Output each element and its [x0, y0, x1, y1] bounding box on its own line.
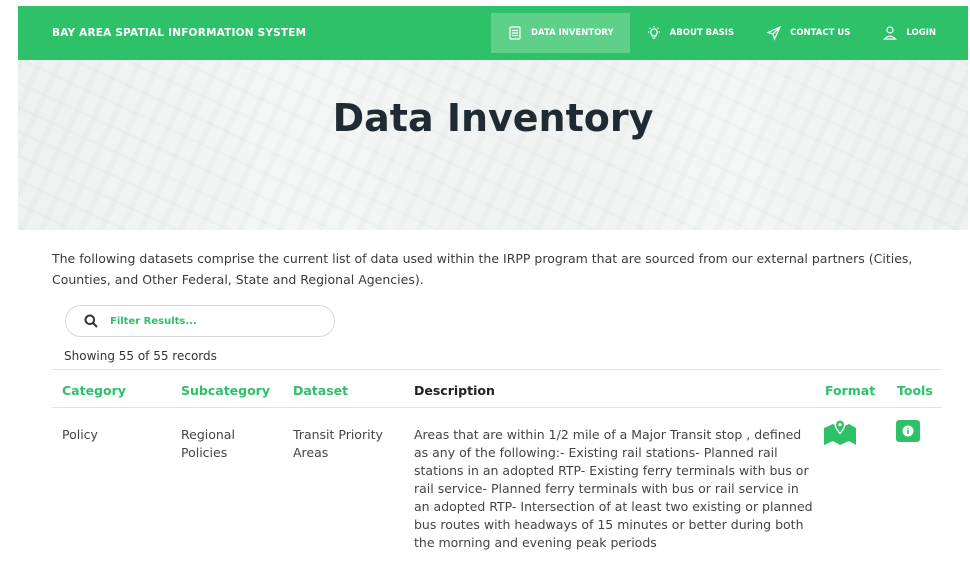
nav-login-label: LOGIN	[906, 28, 936, 38]
column-header-format[interactable]: Format	[825, 383, 875, 398]
table-top-divider	[52, 369, 942, 370]
table-header-divider	[52, 407, 942, 408]
nav-contact-us-label: CONTACT US	[790, 28, 851, 38]
column-header-subcategory[interactable]: Subcategory	[181, 383, 270, 398]
info-button[interactable]	[896, 420, 920, 442]
record-count: Showing 55 of 55 records	[64, 349, 217, 363]
intro-text: The following datasets comprise the curr…	[52, 251, 913, 287]
filter-input[interactable]	[108, 314, 312, 328]
cell-description: Areas that are within 1/2 mile of a Majo…	[414, 427, 813, 550]
search-icon	[84, 314, 98, 328]
cell-subcategory: Regional Policies	[181, 427, 235, 460]
nav-about-basis[interactable]: ABOUT BASIS	[630, 13, 750, 53]
hero-banner: Data Inventory	[18, 60, 968, 230]
nav-data-inventory[interactable]: DATA INVENTORY	[490, 13, 630, 53]
nav-about-basis-label: ABOUT BASIS	[669, 28, 735, 38]
column-header-dataset[interactable]: Dataset	[293, 383, 348, 398]
column-header-description: Description	[414, 383, 495, 398]
top-navbar: BAY AREA SPATIAL INFORMATION SYSTEM DATA…	[18, 6, 968, 60]
nav-contact-us[interactable]: CONTACT US	[750, 13, 866, 53]
site-brand[interactable]: BAY AREA SPATIAL INFORMATION SYSTEM	[52, 27, 306, 39]
nav-login[interactable]: LOGIN	[866, 13, 968, 53]
paper-plane-icon	[766, 25, 782, 41]
cell-dataset: Transit Priority Areas	[293, 427, 383, 460]
info-icon	[902, 425, 914, 437]
column-header-tools: Tools	[897, 383, 933, 398]
lightbulb-icon	[647, 26, 660, 39]
filter-box[interactable]	[65, 305, 335, 337]
map-icon[interactable]	[823, 418, 857, 446]
cell-category: Policy	[62, 427, 98, 442]
data-inventory-icon	[509, 26, 521, 40]
main-nav: DATA INVENTORY ABOUT BASIS CONTACT US LO…	[490, 6, 968, 60]
nav-data-inventory-label: DATA INVENTORY	[530, 28, 614, 38]
user-icon	[883, 26, 898, 40]
page-title: Data Inventory	[332, 96, 654, 140]
column-header-category[interactable]: Category	[62, 383, 126, 398]
